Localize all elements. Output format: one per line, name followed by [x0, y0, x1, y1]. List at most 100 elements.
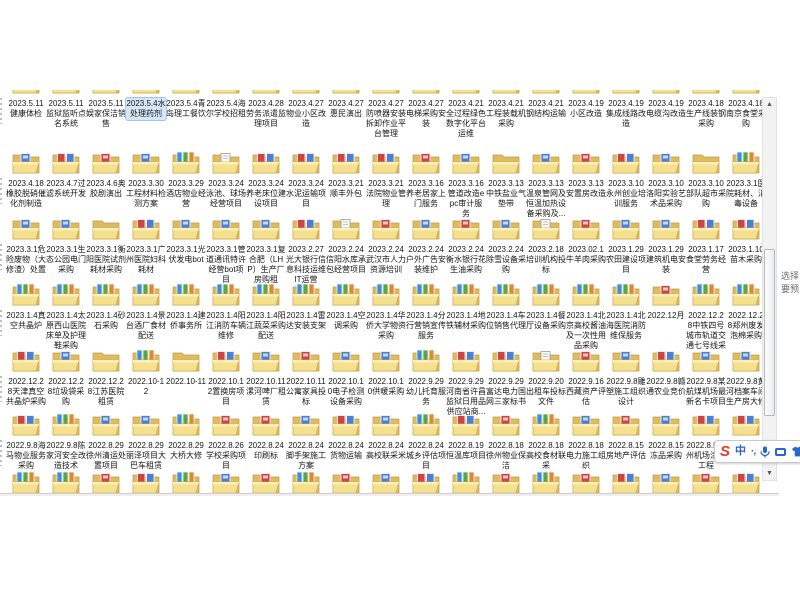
- folder-icon: [366, 278, 406, 308]
- folder-icon: [686, 278, 726, 308]
- folder-icon: [206, 344, 246, 374]
- folder-label: 2023.1.4分行营销宣传服务: [406, 310, 446, 342]
- folder-label: 2023.5.4海尔学校招租: [206, 98, 246, 120]
- folder-icon: [526, 212, 566, 242]
- scroll-down-icon[interactable]: ▼: [763, 467, 776, 480]
- folder-label: 2023.1.10苗木采购: [726, 244, 766, 266]
- folder-icon: [86, 146, 126, 176]
- folder-icon: [326, 212, 366, 242]
- folder-label: 2023.4.21钢结构运输: [526, 98, 566, 120]
- folder-icon: [246, 146, 286, 176]
- folder-label: 2023.1.4车位销售代理: [486, 310, 526, 332]
- folder-label: 2023.3.1生态公园电门采购: [46, 244, 86, 276]
- folder-icon: [726, 466, 766, 493]
- folder-icon: [206, 90, 246, 96]
- punctuation-icon[interactable]: ·,: [751, 447, 755, 457]
- clipped-text-remnant: [0, 376, 2, 402]
- folder-icon: [406, 146, 446, 176]
- folder-icon: [446, 466, 486, 493]
- folder-icon: [646, 90, 686, 96]
- folder-icon: [406, 90, 446, 96]
- folder-label: 2023.2.24户外广告安装维护: [406, 244, 446, 276]
- folder-label: 2023.3.1衡阳医院试剂耗材采购: [86, 244, 126, 276]
- skin-icon[interactable]: [791, 446, 800, 457]
- folder-label: 2023.2.18培训机构投标: [526, 244, 566, 276]
- folder-label: 2023.4.28劳务派遣监理项目: [246, 98, 286, 130]
- folder-icon: [526, 278, 566, 308]
- folder-icon: [246, 466, 286, 493]
- folder-icon: [206, 146, 246, 176]
- folder-icon: [86, 344, 126, 374]
- voice-icon[interactable]: [760, 446, 770, 458]
- folder-icon: [446, 146, 486, 176]
- folder-icon: [166, 146, 206, 176]
- folder-label: 2023.4.27惠民演出: [326, 98, 366, 120]
- folder-label: 2022.10-12: [126, 376, 166, 398]
- folder-label: 2023.5.4水处理药剂: [126, 98, 166, 120]
- ime-toolbar[interactable]: S 中 ·,: [714, 440, 800, 463]
- folder-icon: [86, 408, 126, 438]
- folder-icon: [446, 278, 486, 308]
- folder-icon: [366, 466, 406, 493]
- folder-icon: [486, 212, 526, 242]
- keyboard-icon[interactable]: [775, 448, 786, 456]
- screenshot-root: { "window": { "description": "Windows Ex…: [0, 0, 800, 600]
- file-grid: 2023.5.11健康体检2023.5.11监狱监听点名系统2023.5.11娱…: [0, 90, 780, 493]
- ime-logo-icon[interactable]: S: [720, 444, 730, 459]
- scroll-up-icon[interactable]: ▲: [763, 98, 776, 111]
- scrollbar-thumb[interactable]: [764, 249, 775, 416]
- folder-icon: [526, 344, 566, 374]
- folder-icon: [46, 90, 86, 96]
- folder-label: 2022.9.29幼儿托育服务: [406, 376, 446, 408]
- folder-icon: [486, 466, 526, 493]
- folder-label: 2022.9.20出租车投标文件: [526, 376, 566, 408]
- folder-label: 2023.4.19小区改造: [566, 98, 606, 120]
- folder-icon: [246, 344, 286, 374]
- folder-icon: [86, 466, 126, 493]
- folder-label: 2023.1.29农田建设项目: [606, 244, 646, 276]
- folder-icon: [366, 90, 406, 96]
- folder-label: 2023.1.4阳江消防车辆维修: [206, 310, 246, 342]
- folder-icon: [86, 278, 126, 308]
- folder-icon: [6, 90, 46, 96]
- vertical-scrollbar[interactable]: ▲ ▼: [762, 97, 777, 481]
- view-bottom-border-shade: [0, 494, 779, 496]
- clipped-text-remnant: [0, 244, 2, 270]
- folder-icon: [726, 146, 766, 176]
- folder-icon: [326, 146, 366, 176]
- folder-icon: [206, 212, 246, 242]
- folder-icon: [86, 212, 126, 242]
- folder-icon: [646, 278, 686, 308]
- folder-icon: [286, 90, 326, 96]
- folder-icon: [566, 90, 606, 96]
- folder-icon: [606, 278, 646, 308]
- folder-icon: [566, 146, 606, 176]
- folder-label: 2022.10.11漯河啤厂租赁: [246, 376, 286, 408]
- folder-icon: [326, 466, 366, 493]
- chinese-mode-icon[interactable]: 中: [735, 446, 746, 457]
- folder-icon: [686, 408, 726, 438]
- folder-icon: [566, 278, 606, 308]
- folder-label: 2023.4.21工程装载机采购: [486, 98, 526, 130]
- folder-icon: [606, 212, 646, 242]
- folder-icon: [166, 90, 206, 96]
- folder-icon: [406, 466, 446, 493]
- folder-icon: [726, 90, 766, 96]
- folder-label: 2023.4.27电梯采购安装: [406, 98, 446, 130]
- folder-label: 2023.1.17食堂劳务经营: [686, 244, 726, 276]
- folder-label: 2023.4.18南京食堂采购: [726, 98, 766, 130]
- folder-icon: [6, 466, 46, 493]
- folder-label: 2023.5.4青岛理工餐饮: [166, 98, 206, 120]
- folder-icon: [726, 278, 766, 308]
- folder-icon: [726, 344, 766, 374]
- folder-label: 2023.4.6奥胶剧演出: [86, 178, 126, 200]
- folder-icon: [606, 344, 646, 374]
- folder-label: 2022.9.16西藏资产评估: [566, 376, 606, 408]
- folder-icon: [286, 146, 326, 176]
- folder-label: 2023.1.4北海医院消防维保服务: [606, 310, 646, 342]
- folder-icon: [46, 278, 86, 308]
- folder-icon: [526, 146, 566, 176]
- folder-label: 2023.2.24信阳水库承包经营项目: [326, 244, 366, 276]
- folder-icon: [366, 146, 406, 176]
- folder-icon: [486, 278, 526, 308]
